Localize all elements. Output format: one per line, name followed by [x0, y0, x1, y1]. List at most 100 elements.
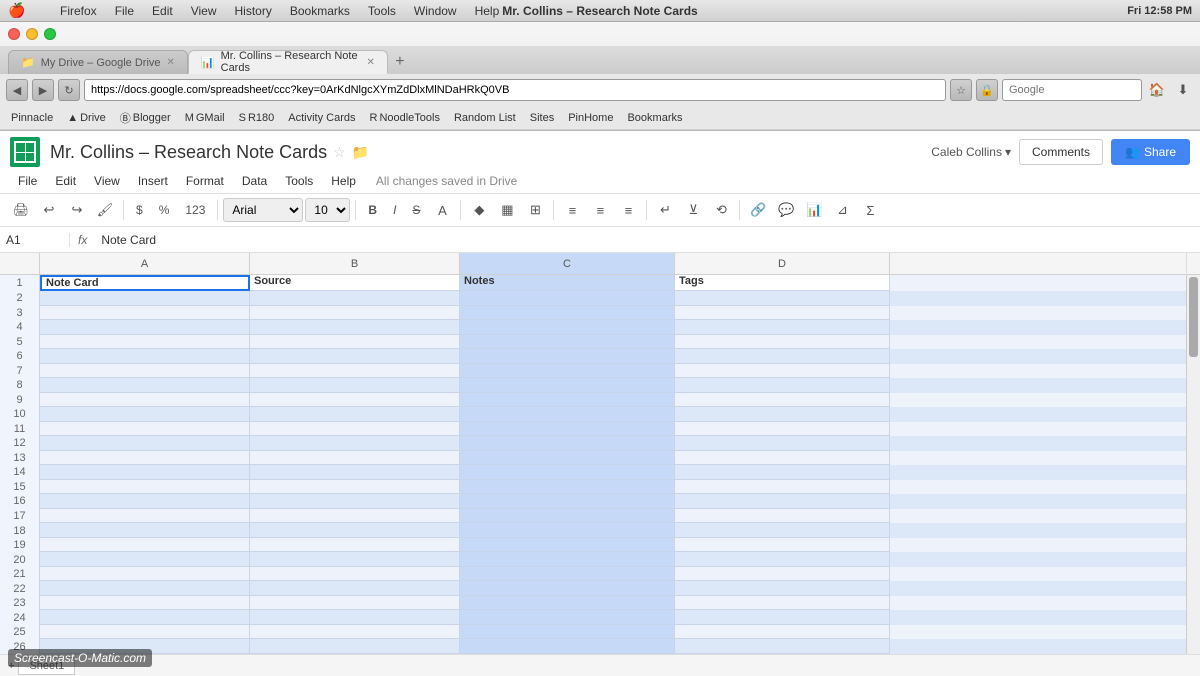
fill-color-button[interactable]: ◆: [466, 197, 492, 223]
bookmark-random-list[interactable]: Random List: [449, 111, 521, 125]
row-number[interactable]: 21: [0, 567, 40, 582]
filter-button[interactable]: ⊿: [829, 197, 855, 223]
url-input[interactable]: [84, 79, 946, 101]
print-button[interactable]: 🖨: [8, 197, 34, 223]
bookmark-blogger[interactable]: Ⓑ Blogger: [115, 109, 176, 127]
grid-cell[interactable]: [460, 465, 675, 480]
grid-cell[interactable]: [460, 393, 675, 408]
grid-cell[interactable]: [40, 625, 250, 640]
grid-cell[interactable]: [250, 567, 460, 582]
sigma-button[interactable]: Σ: [857, 197, 883, 223]
grid-cell[interactable]: [675, 538, 890, 553]
row-number[interactable]: 19: [0, 538, 40, 553]
paint-format-button[interactable]: 🖌: [92, 197, 118, 223]
row-number[interactable]: 10: [0, 407, 40, 422]
link-button[interactable]: 🔗: [745, 197, 771, 223]
grid-cell[interactable]: [250, 596, 460, 611]
grid-cell[interactable]: [675, 436, 890, 451]
grid-cell[interactable]: [675, 378, 890, 393]
col-header-b[interactable]: B: [250, 253, 460, 274]
grid-cell[interactable]: [675, 639, 890, 654]
grid-cell[interactable]: [675, 596, 890, 611]
grid-cell[interactable]: [250, 639, 460, 654]
row-number[interactable]: 1: [0, 275, 40, 291]
grid-cell[interactable]: [675, 349, 890, 364]
grid-cell[interactable]: [460, 523, 675, 538]
cell-reference[interactable]: A1: [0, 233, 70, 247]
menu-edit[interactable]: Edit: [152, 4, 173, 18]
grid-cell[interactable]: [675, 422, 890, 437]
grid-cell[interactable]: [250, 523, 460, 538]
vertical-align-button[interactable]: ⊻: [680, 197, 706, 223]
row-number[interactable]: 4: [0, 320, 40, 335]
row-number[interactable]: 24: [0, 610, 40, 625]
grid-cell[interactable]: [40, 393, 250, 408]
grid-cell[interactable]: [40, 538, 250, 553]
grid-cell[interactable]: [40, 552, 250, 567]
menu-view[interactable]: View: [86, 171, 128, 191]
grid-cell[interactable]: [460, 567, 675, 582]
grid-cell[interactable]: [675, 451, 890, 466]
grid-cell[interactable]: [675, 625, 890, 640]
grid-cell[interactable]: [460, 639, 675, 654]
strikethrough-button[interactable]: S: [405, 198, 427, 222]
menu-file[interactable]: File: [115, 4, 134, 18]
bookmark-drive[interactable]: ▲ Drive: [62, 111, 111, 125]
minimize-button[interactable]: [26, 28, 38, 40]
grid-cell[interactable]: [40, 436, 250, 451]
row-number[interactable]: 6: [0, 349, 40, 364]
grid-cell[interactable]: [675, 335, 890, 350]
bookmark-bookmarks[interactable]: Bookmarks: [622, 111, 687, 125]
grid-cell[interactable]: [40, 320, 250, 335]
menu-window[interactable]: Window: [414, 4, 457, 18]
grid-cell[interactable]: [250, 335, 460, 350]
grid-cell[interactable]: [250, 422, 460, 437]
grid-cell[interactable]: [40, 291, 250, 306]
grid-cell[interactable]: [250, 480, 460, 495]
grid-cell[interactable]: [40, 422, 250, 437]
grid-cell[interactable]: [40, 567, 250, 582]
col-header-a[interactable]: A: [40, 253, 250, 274]
align-left-button[interactable]: ≡: [559, 197, 585, 223]
grid-cell[interactable]: [460, 291, 675, 306]
back-button[interactable]: ◀: [6, 79, 28, 101]
number-format-button[interactable]: 123: [178, 198, 212, 222]
grid-cell[interactable]: Tags: [675, 275, 890, 291]
search-input[interactable]: [1002, 79, 1142, 101]
reload-button[interactable]: ↻: [58, 79, 80, 101]
star-icon[interactable]: ☆: [950, 79, 972, 101]
menu-insert[interactable]: Insert: [130, 171, 176, 191]
grid-cell[interactable]: [460, 320, 675, 335]
formula-input[interactable]: Note Card: [95, 233, 1200, 247]
grid-cell[interactable]: [250, 306, 460, 321]
grid-cell[interactable]: [675, 610, 890, 625]
grid-cell[interactable]: [40, 349, 250, 364]
grid-cell[interactable]: [250, 509, 460, 524]
row-number[interactable]: 15: [0, 480, 40, 495]
bookmark-pinhome[interactable]: PinHome: [563, 111, 618, 125]
row-number[interactable]: 14: [0, 465, 40, 480]
font-family-select[interactable]: Arial: [223, 198, 303, 222]
grid-cell[interactable]: [40, 306, 250, 321]
menu-format[interactable]: Format: [178, 171, 232, 191]
grid-cell[interactable]: [460, 581, 675, 596]
grid-cell[interactable]: [250, 552, 460, 567]
grid-cell[interactable]: [460, 509, 675, 524]
grid-cell[interactable]: Note Card: [40, 275, 250, 291]
row-number[interactable]: 17: [0, 509, 40, 524]
menu-history[interactable]: History: [235, 4, 272, 18]
grid-cell[interactable]: [675, 523, 890, 538]
grid-cell[interactable]: [250, 465, 460, 480]
tab-close-icon[interactable]: ✕: [167, 57, 175, 68]
bookmark-pinnacle[interactable]: Pinnacle: [6, 111, 58, 125]
menu-view[interactable]: View: [191, 4, 217, 18]
grid-cell[interactable]: [460, 335, 675, 350]
currency-button[interactable]: $: [129, 198, 150, 222]
grid-cell[interactable]: [460, 306, 675, 321]
row-number[interactable]: 8: [0, 378, 40, 393]
grid-cell[interactable]: [250, 393, 460, 408]
grid-cell[interactable]: [460, 552, 675, 567]
grid-cell[interactable]: [250, 610, 460, 625]
grid-cell[interactable]: [460, 364, 675, 379]
grid-cell[interactable]: [40, 407, 250, 422]
